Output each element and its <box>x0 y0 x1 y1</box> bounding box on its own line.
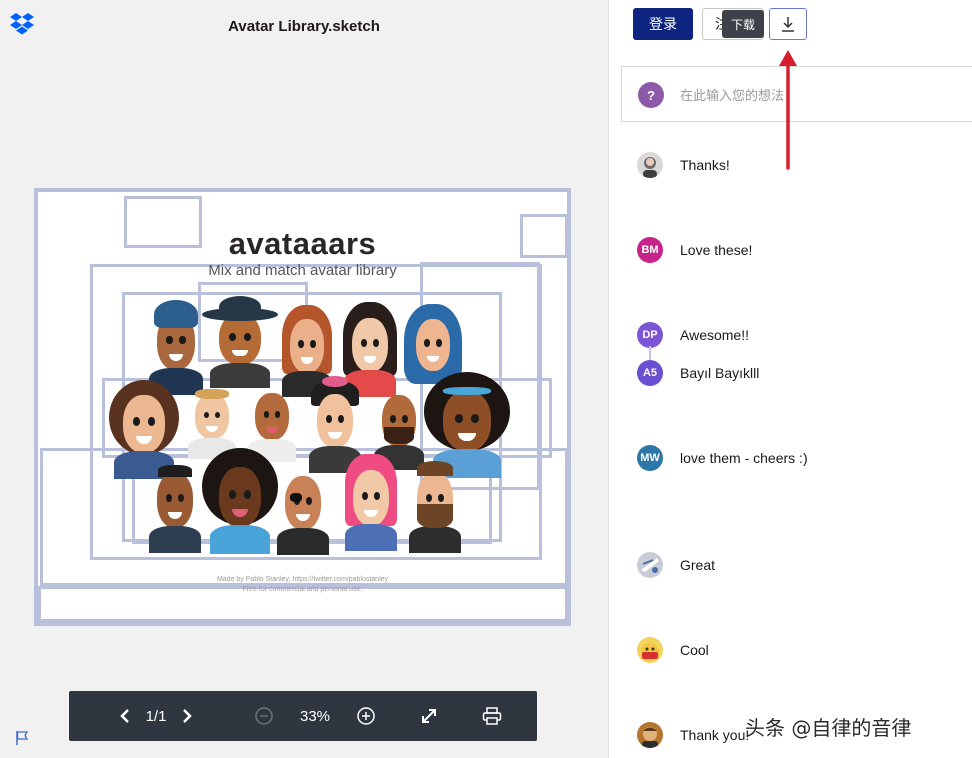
comment-text: love them - cheers :) <box>680 450 808 466</box>
comment-item: BM Love these! <box>637 235 752 265</box>
comment-item: DP Awesome!! <box>637 320 749 350</box>
chevron-right-icon <box>183 709 192 723</box>
preview-credit: Made by Pablo Stanley, https://twitter.c… <box>216 576 389 583</box>
chevron-left-icon <box>120 709 129 723</box>
print-button[interactable] <box>481 691 503 741</box>
preview-heading: avataaars <box>228 226 377 261</box>
sketch-preview: avataaars Mix and match avatar library M… <box>34 188 571 626</box>
avatar-illustration <box>202 448 278 554</box>
download-button[interactable] <box>769 8 807 40</box>
page-indicator: 1/1 <box>145 707 167 725</box>
avatar-illustration <box>142 454 208 553</box>
avatar-illustration <box>242 378 302 462</box>
avatar: DP <box>637 322 663 348</box>
comment-input[interactable] <box>680 81 830 109</box>
print-icon <box>482 707 502 725</box>
comment-text: Thank you! <box>680 727 750 743</box>
avatar <box>637 637 663 663</box>
zoom-in-icon <box>357 707 375 725</box>
avatar: BM <box>637 237 663 263</box>
comment-item: Cool <box>637 635 709 665</box>
previous-page-button[interactable] <box>113 691 137 741</box>
avatar-illustration <box>182 380 242 460</box>
avatar <box>637 552 663 578</box>
avatar-illustration <box>338 452 404 551</box>
watermark-text: 头条 @自律的音律 <box>745 716 912 740</box>
comment-item: A5 Bayıl Bayıklll <box>637 358 759 388</box>
comment-text: Awesome!! <box>680 327 749 343</box>
download-tooltip: 下载 <box>722 10 764 38</box>
guest-avatar: ? <box>638 82 664 108</box>
file-viewer: Avatar Library.sketch avataaars Mix and … <box>0 0 608 758</box>
fullscreen-icon <box>422 709 436 723</box>
comment-text: Bayıl Bayıklll <box>680 365 760 381</box>
comment-text: Love these! <box>680 242 753 258</box>
fullscreen-button[interactable] <box>418 691 440 741</box>
avatar: A5 <box>637 360 663 386</box>
avatar <box>637 722 663 748</box>
preview-license: Free for commercial and personal use. <box>242 586 363 593</box>
annotation-arrow-icon <box>779 50 797 170</box>
comment-item: Thank you! <box>637 720 749 750</box>
viewer-toolbar: 1/1 33% <box>69 691 537 741</box>
comment-text: Cool <box>680 642 709 658</box>
avatar-illustration <box>402 454 468 553</box>
avatar-illustration <box>202 296 278 389</box>
comment-text: Thanks! <box>680 157 730 173</box>
zoom-in-button[interactable] <box>355 691 377 741</box>
avatar-illustration <box>142 296 210 395</box>
comment-item: Great <box>637 550 715 580</box>
avatar-illustration <box>270 458 336 555</box>
preview-subheading: Mix and match avatar library <box>208 262 397 279</box>
avatar-illustration <box>276 302 338 397</box>
comment-text: Great <box>680 557 716 573</box>
next-page-button[interactable] <box>175 691 199 741</box>
avatar: MW <box>637 445 663 471</box>
avatar <box>637 152 663 178</box>
comment-item: Thanks! <box>637 150 730 180</box>
flag-icon[interactable] <box>14 730 30 746</box>
login-button[interactable]: 登录 <box>633 8 693 40</box>
zoom-out-icon <box>255 707 273 725</box>
file-title: Avatar Library.sketch <box>228 18 380 35</box>
zoom-level: 33% <box>299 707 331 725</box>
zoom-out-button[interactable] <box>253 691 275 741</box>
avatar-illustration <box>338 300 402 397</box>
download-icon <box>782 17 794 32</box>
avatar-illustration <box>368 378 430 471</box>
avatar-illustration <box>302 376 368 473</box>
comment-item: MW love them - cheers :) <box>637 443 808 473</box>
